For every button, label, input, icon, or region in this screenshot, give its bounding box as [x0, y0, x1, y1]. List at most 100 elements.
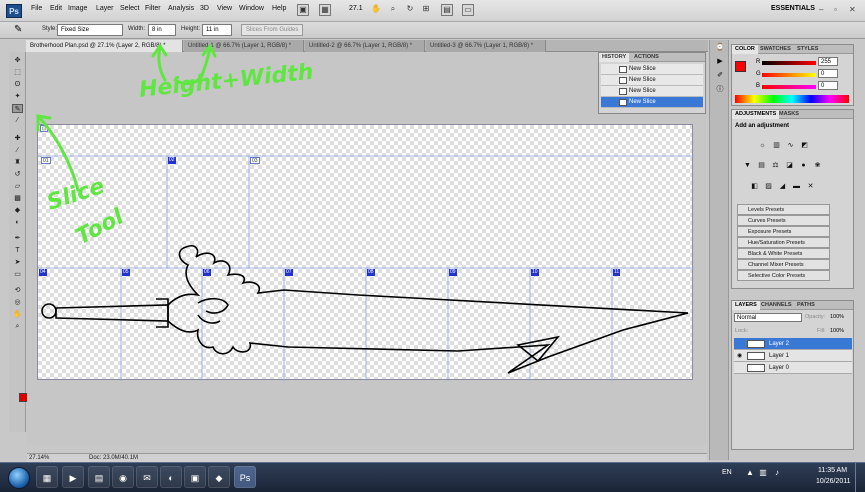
r-field[interactable]: 255: [818, 57, 838, 66]
firefox-icon[interactable]: ◐: [160, 466, 182, 488]
selective-color-icon[interactable]: ✕: [805, 182, 816, 192]
tab-swatches[interactable]: SWATCHES: [757, 45, 794, 54]
preset-hue-saturation[interactable]: Hue/Saturation Presets: [737, 237, 830, 248]
history-panel: HISTORY ACTIONS New Slice New Slice New …: [598, 52, 706, 114]
blend-mode-select[interactable]: Normal: [734, 313, 802, 322]
preset-channel-mixer[interactable]: Channel Mixer Presets: [737, 259, 830, 270]
g-slider[interactable]: [762, 73, 816, 77]
mail-icon[interactable]: ✉: [136, 466, 158, 488]
actions-icon[interactable]: ▶: [715, 58, 725, 66]
status-zoom[interactable]: 27.14%: [29, 455, 49, 461]
tab-color[interactable]: COLOR: [732, 45, 758, 54]
folder-icon[interactable]: ▣: [184, 466, 206, 488]
history-item[interactable]: New Slice: [601, 75, 703, 86]
channel-mixer-icon[interactable]: ❀: [812, 161, 823, 171]
history-item-icon: [619, 66, 627, 73]
layer-thumbnail: [747, 340, 765, 348]
clock-date[interactable]: 10/26/2011: [816, 478, 851, 485]
tab-styles[interactable]: STYLES: [794, 45, 821, 54]
preset-label: Levels Presets: [748, 207, 785, 213]
vibrance-icon[interactable]: ▼: [742, 161, 753, 171]
hue-saturation-icon[interactable]: ▤: [756, 161, 767, 171]
history-item-label: New Slice: [629, 99, 656, 105]
tab-paths[interactable]: PATHS: [794, 301, 818, 310]
fill-label: Fill:: [817, 328, 826, 334]
foreground-color-swatch[interactable]: [735, 61, 746, 72]
black-white-icon[interactable]: ◪: [784, 161, 795, 171]
g-label: G: [756, 71, 761, 77]
layer-name: Layer 2: [769, 341, 790, 347]
app-icon[interactable]: ◉: [112, 466, 134, 488]
library-icon[interactable]: ▤: [88, 466, 110, 488]
taskbar: ▦ ▶ ▤ ◉ ✉ ◐ ▣ ◆ Ps EN ▲ ▥ ♪ 11:35 AM 10/…: [0, 462, 865, 492]
b-slider[interactable]: [762, 85, 816, 89]
g-field[interactable]: 0: [818, 69, 838, 78]
history-item-icon: [619, 99, 627, 106]
tray-arrow-icon[interactable]: ▲: [745, 468, 755, 478]
threshold-icon[interactable]: ◢: [777, 182, 788, 192]
status-doc-size: Doc: 23.0M/40.1M: [89, 455, 139, 461]
tab-actions[interactable]: ACTIONS: [631, 53, 662, 62]
layer-row[interactable]: ◉ Layer 1: [734, 350, 852, 362]
history-item-label: New Slice: [629, 66, 656, 72]
tab-masks[interactable]: MASKS: [776, 110, 802, 119]
eye-icon[interactable]: [737, 365, 744, 371]
tab-history[interactable]: HISTORY: [599, 53, 630, 62]
history-item-selected[interactable]: New Slice: [601, 97, 703, 108]
color-panel: COLOR SWATCHES STYLES R 255 G 0 B 0: [731, 44, 854, 106]
adjustments-panel: ADJUSTMENTS MASKS Add an adjustment ☼ ▥ …: [731, 109, 854, 289]
preset-label: Black & White Presets: [748, 251, 803, 257]
eye-icon[interactable]: ◉: [737, 353, 744, 359]
photo-filter-icon[interactable]: ●: [798, 161, 809, 171]
layer-row[interactable]: Layer 2: [734, 338, 852, 350]
exposure-icon[interactable]: ◩: [799, 141, 810, 151]
photoshop-task-icon[interactable]: Ps: [234, 466, 256, 488]
preset-selective-color[interactable]: Selective Color Presets: [737, 270, 830, 281]
brush-presets-icon[interactable]: ✐: [715, 72, 725, 80]
b-field[interactable]: 0: [818, 81, 838, 90]
posterize-icon[interactable]: ▨: [763, 182, 774, 192]
levels-icon[interactable]: ▥: [771, 141, 782, 151]
curves-icon[interactable]: ∿: [785, 141, 796, 151]
explorer-icon[interactable]: ▦: [36, 466, 58, 488]
opacity-value[interactable]: 100%: [830, 314, 844, 320]
gradient-map-icon[interactable]: ▬: [791, 182, 802, 192]
tab-adjustments[interactable]: ADJUSTMENTS: [732, 110, 780, 119]
info-icon[interactable]: ⓘ: [715, 86, 725, 94]
status-bar: 27.14% Doc: 23.0M/40.1M: [27, 453, 707, 462]
media-player-icon[interactable]: ▶: [62, 466, 84, 488]
clock-time[interactable]: 11:35 AM: [818, 467, 847, 474]
tab-layers[interactable]: LAYERS: [732, 301, 760, 310]
volume-icon[interactable]: ♪: [772, 468, 782, 478]
preset-black-white[interactable]: Black & White Presets: [737, 248, 830, 259]
history-item-label: New Slice: [629, 88, 656, 94]
start-button[interactable]: [8, 467, 30, 489]
history-item-label: New Slice: [629, 77, 656, 83]
r-slider[interactable]: [762, 61, 816, 65]
brightness-contrast-icon[interactable]: ☼: [757, 141, 768, 151]
lock-label: Lock:: [735, 328, 749, 334]
layers-panel: LAYERS CHANNELS PATHS Normal Opacity: 10…: [731, 300, 854, 450]
eye-icon[interactable]: [737, 341, 744, 347]
preset-exposure[interactable]: Exposure Presets: [737, 226, 830, 237]
network-icon[interactable]: ▥: [758, 468, 768, 478]
r-label: R: [756, 59, 761, 65]
tab-channels[interactable]: CHANNELS: [758, 301, 795, 310]
layer-thumbnail: [747, 352, 765, 360]
video-icon[interactable]: ◆: [208, 466, 230, 488]
color-spectrum-bar[interactable]: [735, 95, 849, 103]
history-icon[interactable]: ⌚: [715, 44, 725, 52]
fill-value[interactable]: 100%: [830, 328, 844, 334]
show-desktop-button[interactable]: [855, 463, 865, 492]
layer-row[interactable]: Layer 0: [734, 362, 852, 374]
preset-levels[interactable]: Levels Presets: [737, 204, 830, 215]
preset-label: Exposure Presets: [748, 229, 792, 235]
add-adjustment-heading: Add an adjustment: [735, 123, 790, 129]
layer-name: Layer 1: [769, 353, 790, 359]
color-balance-icon[interactable]: ⚖: [770, 161, 781, 171]
preset-curves[interactable]: Curves Presets: [737, 215, 830, 226]
history-item[interactable]: New Slice: [601, 86, 703, 97]
history-item[interactable]: New Slice: [601, 64, 703, 75]
language-indicator[interactable]: EN: [722, 469, 732, 476]
invert-icon[interactable]: ◧: [749, 182, 760, 192]
